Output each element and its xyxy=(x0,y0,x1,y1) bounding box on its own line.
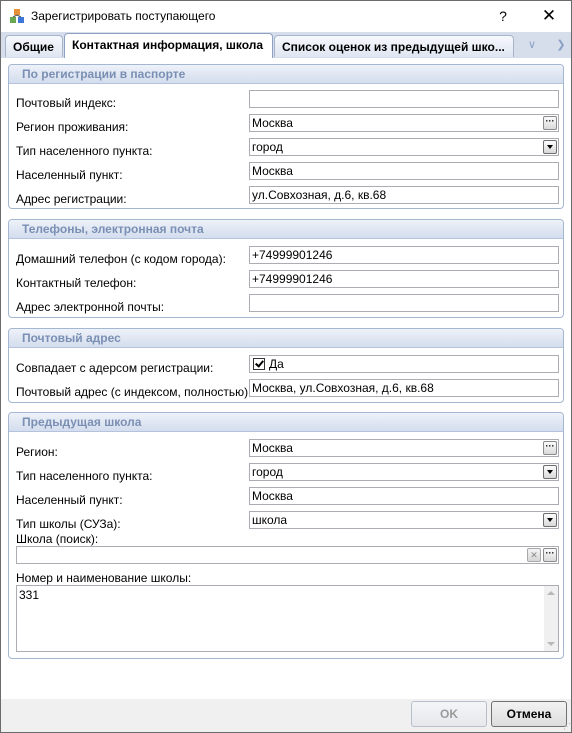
passport-group: По регистрации в паспорте Почтовый индек… xyxy=(8,64,564,209)
ok-button[interactable]: OK xyxy=(411,701,487,727)
school-region-input[interactable]: Москва ··· xyxy=(249,439,559,457)
tab-contact-info[interactable]: Контактная информация, школа xyxy=(64,33,273,58)
school-name-scrollbar[interactable] xyxy=(544,586,558,651)
phones-group-header: Телефоны, электронная почта xyxy=(9,220,563,239)
school-search-ellipsis-button[interactable]: ··· xyxy=(543,548,557,562)
locality-type-value: город xyxy=(252,140,283,154)
school-region-ellipsis-button[interactable]: ··· xyxy=(543,441,557,455)
contact-phone-input[interactable]: +74999901246 xyxy=(249,270,559,288)
phones-group: Телефоны, электронная почта Домашний тел… xyxy=(8,219,564,318)
school-locality-input[interactable]: Москва xyxy=(249,487,559,505)
title-bar: Зарегистрировать поступающего ? ✕ xyxy=(1,1,571,32)
tab-dropdown-icon[interactable]: ∨ xyxy=(523,36,541,54)
tab-strip: Общие Контактная информация, школа Списо… xyxy=(1,32,571,58)
contact-phone-label: Контактный телефон: xyxy=(16,276,137,290)
clear-icon[interactable]: ✕ xyxy=(527,548,541,562)
region-value: Москва xyxy=(252,116,293,130)
school-locality-label: Населенный пункт: xyxy=(16,493,123,507)
same-address-label: Совпадает с адерсом регистрации: xyxy=(16,361,214,375)
school-region-label: Регион: xyxy=(16,445,58,459)
school-locality-type-value: город xyxy=(252,465,283,479)
locality-type-select[interactable]: город xyxy=(249,138,559,156)
postcode-label: Почтовый индекс: xyxy=(16,96,117,110)
resize-grip-icon[interactable]: ⋰ xyxy=(563,722,571,731)
school-name-value: 331 xyxy=(19,588,40,602)
locality-label: Населенный пункт: xyxy=(16,168,123,182)
school-type-label: Тип школы (СУЗа): xyxy=(16,517,121,531)
chevron-down-icon[interactable] xyxy=(543,465,557,479)
locality-input[interactable]: Москва xyxy=(249,162,559,180)
same-address-checkbox[interactable] xyxy=(253,358,265,370)
school-name-textarea[interactable]: 331 xyxy=(16,585,559,652)
tab-content: По регистрации в паспорте Почтовый индек… xyxy=(1,58,571,699)
postal-address-input[interactable]: Москва, ул.Совхозная, д.6, кв.68 xyxy=(249,379,559,397)
home-phone-input[interactable]: +74999901246 xyxy=(249,246,559,264)
passport-group-header: По регистрации в паспорте xyxy=(9,65,563,84)
school-locality-type-label: Тип населенного пункта: xyxy=(16,469,153,483)
same-address-checkbox-label: Да xyxy=(269,357,284,371)
school-locality-type-select[interactable]: город xyxy=(249,463,559,481)
tab-general[interactable]: Общие xyxy=(5,35,63,57)
postal-address-label: Почтовый адрес (с индексом, полностью): xyxy=(16,385,252,399)
chevron-down-icon[interactable] xyxy=(543,140,557,154)
app-icon xyxy=(9,8,25,24)
school-group-header: Предыдущая школа xyxy=(9,413,563,432)
email-label: Адрес электронной почты: xyxy=(16,300,165,314)
cancel-button[interactable]: Отмена xyxy=(491,701,567,727)
school-search-input[interactable]: ✕ ··· xyxy=(16,546,559,564)
postal-group-header: Почтовый адрес xyxy=(9,329,563,348)
email-input[interactable] xyxy=(249,294,559,312)
chevron-down-icon[interactable] xyxy=(543,513,557,527)
school-type-select[interactable]: школа xyxy=(249,511,559,529)
school-search-label: Школа (поиск): xyxy=(16,532,99,546)
postcode-input[interactable] xyxy=(249,90,559,108)
tab-grades-list[interactable]: Список оценок из предыдущей шко... xyxy=(274,35,514,57)
registration-address-label: Адрес регистрации: xyxy=(16,192,127,206)
scroll-up-icon[interactable] xyxy=(547,591,555,595)
registration-address-input[interactable]: ул.Совхозная, д.6, кв.68 xyxy=(249,186,559,204)
school-type-value: школа xyxy=(252,513,288,527)
dialog-window: Зарегистрировать поступающего ? ✕ Общие … xyxy=(0,0,572,733)
region-label: Регион проживания: xyxy=(16,120,129,134)
school-name-label: Номер и наименование школы: xyxy=(16,571,192,585)
help-button[interactable]: ? xyxy=(491,5,515,27)
home-phone-label: Домашний телефон (с кодом города): xyxy=(16,252,226,266)
region-ellipsis-button[interactable]: ··· xyxy=(543,116,557,130)
button-bar: OK Отмена ⋰ xyxy=(1,699,571,732)
same-address-field: Да xyxy=(249,355,559,373)
school-region-value: Москва xyxy=(252,441,293,455)
close-button[interactable]: ✕ xyxy=(535,5,563,27)
locality-type-label: Тип населенного пункта: xyxy=(16,144,153,158)
window-title: Зарегистрировать поступающего xyxy=(31,9,216,23)
postal-group: Почтовый адрес Совпадает с адерсом регис… xyxy=(8,328,564,403)
tab-scroll-right-icon[interactable]: ❯ xyxy=(552,36,570,54)
scroll-down-icon[interactable] xyxy=(547,642,555,646)
school-group: Предыдущая школа Регион: Москва ··· Тип … xyxy=(8,412,564,659)
region-input[interactable]: Москва ··· xyxy=(249,114,559,132)
